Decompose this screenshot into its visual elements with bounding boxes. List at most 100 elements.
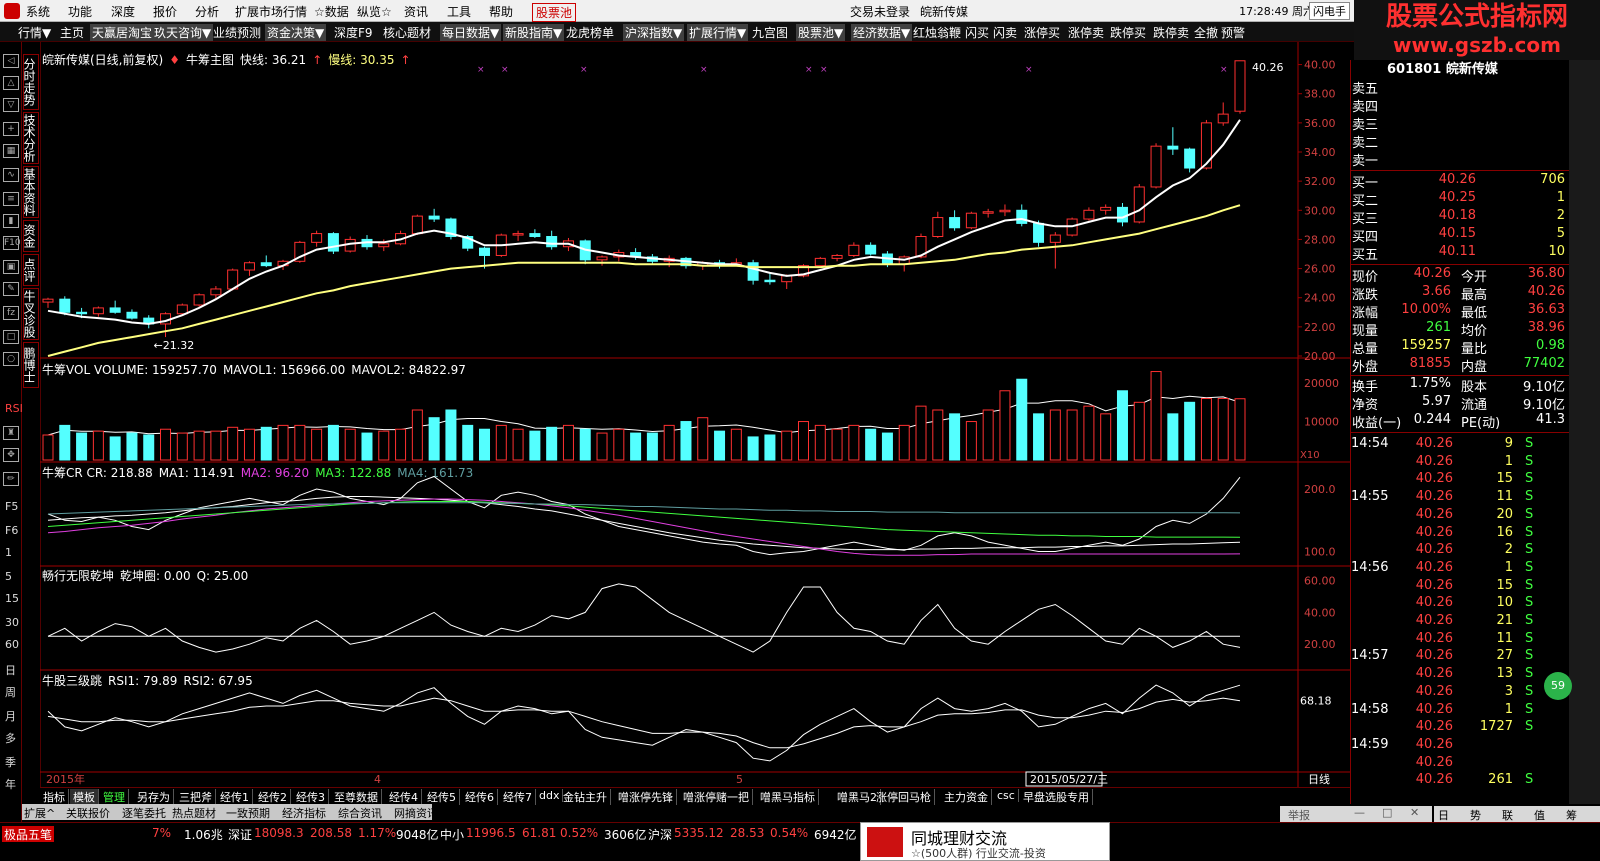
toolbar-item-7[interactable]: 核心题材 bbox=[383, 24, 431, 41]
volume-bar[interactable] bbox=[529, 430, 541, 461]
sells-row[interactable]: 卖四 bbox=[1351, 96, 1569, 115]
volume-bar[interactable] bbox=[646, 432, 658, 461]
buys-row[interactable]: 买三 40.18 2 bbox=[1351, 208, 1569, 227]
quote-tab-4[interactable]: 筹 bbox=[1566, 807, 1577, 823]
volume-bar[interactable] bbox=[697, 417, 709, 461]
zx-label[interactable]: 中小 bbox=[440, 826, 464, 843]
sells-row[interactable]: 卖二 bbox=[1351, 132, 1569, 151]
info-tab-6[interactable]: 综合资讯 bbox=[338, 805, 382, 821]
menu-tools[interactable]: 工具 bbox=[447, 3, 471, 20]
volume-bar[interactable] bbox=[730, 428, 742, 461]
candle-body[interactable] bbox=[546, 236, 558, 248]
volume-bar[interactable] bbox=[1200, 397, 1212, 461]
indicator-tab-2[interactable]: 管理 bbox=[100, 789, 129, 805]
volume-bar[interactable] bbox=[881, 432, 893, 461]
candle-body[interactable] bbox=[1049, 234, 1061, 243]
info-tab-4[interactable]: 一致预期 bbox=[226, 805, 270, 821]
candle-body[interactable] bbox=[1133, 186, 1145, 223]
period-month[interactable]: 月 bbox=[5, 708, 16, 724]
candle-body[interactable] bbox=[1116, 206, 1128, 223]
indicator-tab-7[interactable]: 经传3 bbox=[293, 789, 329, 805]
toolbar-item-22[interactable]: 跌停卖 bbox=[1153, 24, 1189, 41]
candle-body[interactable] bbox=[260, 262, 272, 267]
volume-bar[interactable] bbox=[260, 426, 272, 461]
indicator-tab-4[interactable]: 三把斧 bbox=[176, 789, 216, 805]
volume-bar[interactable] bbox=[210, 430, 222, 461]
toolbar-item-19[interactable]: 涨停买 bbox=[1024, 24, 1060, 41]
tab-intraday[interactable]: 分时走势 bbox=[22, 54, 39, 110]
indicator-tab-9[interactable]: 经传4 bbox=[386, 789, 422, 805]
candle-body[interactable] bbox=[193, 294, 205, 306]
image-icon[interactable]: ▣ bbox=[3, 260, 19, 274]
volume-bar[interactable] bbox=[999, 390, 1011, 461]
volume-bar[interactable] bbox=[579, 428, 591, 461]
candle-body[interactable] bbox=[311, 233, 323, 243]
menu-info[interactable]: 资讯 bbox=[404, 3, 428, 20]
candle-body[interactable] bbox=[479, 247, 491, 256]
indicator-tab-22[interactable]: 早盘选股专用 bbox=[1020, 789, 1093, 805]
toolbar-item-3[interactable]: 玖天咨询▼ bbox=[152, 24, 214, 41]
candle-body[interactable] bbox=[378, 243, 390, 248]
volume-bar[interactable] bbox=[344, 428, 356, 461]
toolbar-item-5[interactable]: 资金决策▼ bbox=[265, 24, 327, 41]
menu-stock-pool[interactable]: 股票池 bbox=[532, 3, 577, 22]
menu-analysis[interactable]: 分析 bbox=[195, 3, 219, 20]
menu-quote[interactable]: 报价 bbox=[153, 3, 177, 20]
volume-bar[interactable] bbox=[1167, 413, 1179, 461]
volume-bar[interactable] bbox=[596, 432, 608, 461]
toolbar-item-15[interactable]: 经济数据▼ bbox=[851, 24, 913, 41]
candle-body[interactable] bbox=[1200, 122, 1212, 169]
candle-body[interactable] bbox=[999, 209, 1011, 213]
buys-row[interactable]: 买二 40.25 1 bbox=[1351, 190, 1569, 209]
toolbar-item-16[interactable]: 红烛翁鞭 bbox=[913, 24, 961, 41]
volume-bar[interactable] bbox=[898, 424, 910, 461]
toolbar-item-14[interactable]: 股票池▼ bbox=[796, 24, 846, 41]
rsi-icon[interactable]: RSI bbox=[5, 402, 23, 415]
qq-group-popup[interactable]: 同城理财交流 ☆(500人群) 行业交流-投资 bbox=[860, 822, 1110, 861]
volume-bar[interactable] bbox=[814, 424, 826, 461]
indicator-tab-15[interactable]: 噌涨停先锋 bbox=[615, 789, 677, 805]
indicator-tab-14[interactable]: 金钻主升 bbox=[560, 789, 611, 805]
toolbar-item-10[interactable]: 龙虎榜单 bbox=[566, 24, 614, 41]
volume-bar[interactable] bbox=[143, 434, 155, 461]
arrow-up-icon[interactable]: △ bbox=[3, 76, 19, 90]
volume-bar[interactable] bbox=[395, 428, 407, 461]
chart-icon[interactable]: ∿ bbox=[3, 168, 19, 182]
period-multi[interactable]: 多 bbox=[5, 730, 16, 746]
indicator-tab-17[interactable]: 噌黑马指标 bbox=[757, 789, 819, 805]
candle-body[interactable] bbox=[59, 298, 71, 313]
sells-row[interactable]: 卖五 bbox=[1351, 78, 1569, 97]
indicator-tab-19[interactable]: 涨停回马枪 bbox=[873, 789, 935, 805]
volume-bar[interactable] bbox=[747, 436, 759, 461]
volume-bar[interactable] bbox=[411, 409, 423, 461]
candle-body[interactable] bbox=[764, 279, 776, 283]
volume-bar[interactable] bbox=[613, 428, 625, 461]
volume-bar[interactable] bbox=[680, 421, 692, 461]
zoom-in-icon[interactable]: + bbox=[3, 122, 19, 136]
volume-bar[interactable] bbox=[160, 428, 172, 461]
volume-bar[interactable] bbox=[781, 430, 793, 461]
info-tab-0[interactable]: 扩展^ bbox=[24, 805, 55, 821]
period-60[interactable]: 60 bbox=[5, 638, 19, 651]
candle-body[interactable] bbox=[1184, 148, 1196, 169]
candle-body[interactable] bbox=[529, 233, 541, 238]
hs-label[interactable]: 沪深 bbox=[648, 826, 672, 843]
toolbar-item-18[interactable]: 闪卖 bbox=[993, 24, 1017, 41]
candle-body[interactable] bbox=[210, 288, 222, 296]
period-1[interactable]: 1 bbox=[5, 546, 12, 559]
volume-bar[interactable] bbox=[193, 430, 205, 461]
period-day[interactable]: 日 bbox=[5, 662, 16, 678]
menu-overview[interactable]: 纵览☆ bbox=[357, 3, 392, 20]
volume-bar[interactable] bbox=[479, 428, 491, 461]
volume-bar[interactable] bbox=[311, 428, 323, 461]
candle-body[interactable] bbox=[747, 262, 759, 281]
toolbar-item-1[interactable]: 主页 bbox=[60, 24, 84, 41]
f5-button[interactable]: F5 bbox=[5, 500, 18, 513]
volume-bar[interactable] bbox=[630, 432, 642, 461]
volume-bar[interactable] bbox=[1184, 401, 1196, 461]
tab-pengboshi[interactable]: 鹏博士 bbox=[22, 342, 39, 388]
info-tab-2[interactable]: 逐笔委托 bbox=[122, 805, 166, 821]
fiz-icon[interactable]: fz bbox=[3, 306, 19, 320]
menu-system[interactable]: 系统 bbox=[26, 3, 50, 20]
buys-row[interactable]: 买四 40.15 5 bbox=[1351, 226, 1569, 245]
